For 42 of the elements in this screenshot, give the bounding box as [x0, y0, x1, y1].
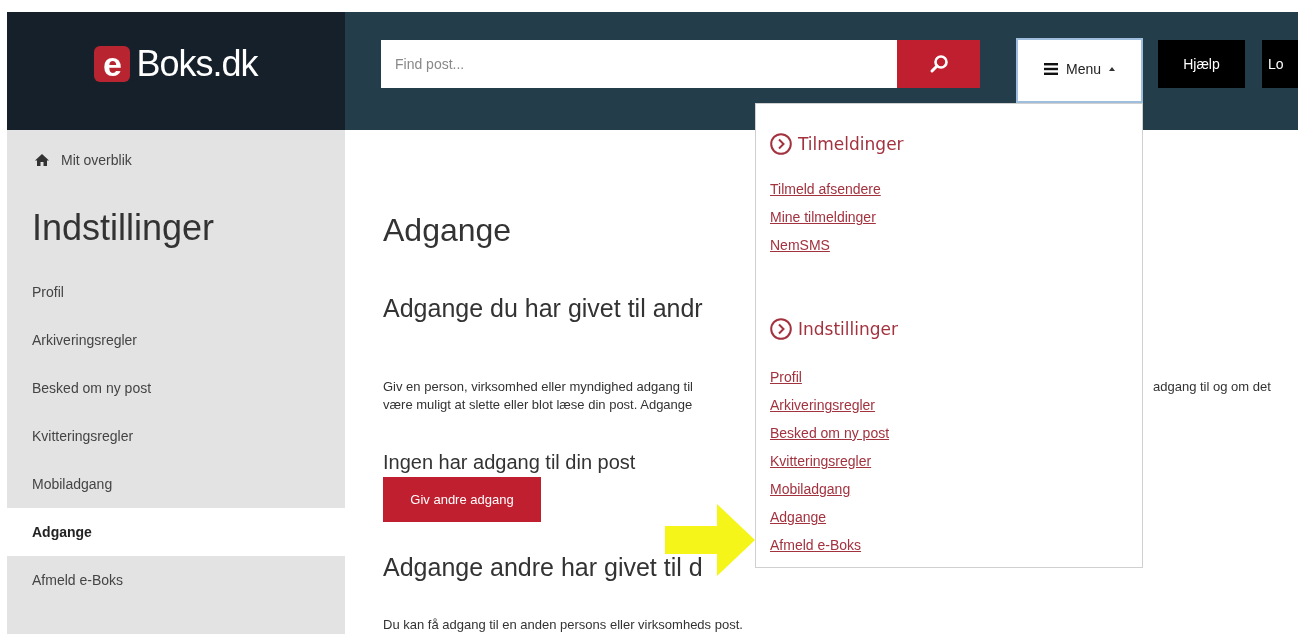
menu-link[interactable]: Mine tilmeldinger	[770, 203, 876, 231]
caret-icon	[1109, 66, 1115, 71]
give-access-button[interactable]: Giv andre adgang	[383, 477, 541, 522]
sidebar-item[interactable]: Profil	[7, 268, 345, 316]
menu-link[interactable]: Kvitteringsregler	[770, 447, 872, 475]
chevron-circle-icon	[770, 318, 792, 340]
sidebar-item[interactable]: Kvitteringsregler	[7, 412, 345, 460]
menu-link[interactable]: Mobiladgang	[770, 475, 851, 503]
menu-section-title: Tilmeldinger	[798, 134, 904, 154]
sidebar-item[interactable]: Mobiladgang	[7, 460, 345, 508]
menu-link[interactable]: Besked om ny post	[770, 419, 890, 447]
menu-link[interactable]: Arkiveringsregler	[770, 391, 876, 419]
menu-link[interactable]: Tilmeld afsendere	[770, 175, 881, 203]
chevron-circle-icon	[770, 133, 792, 155]
status-text: Ingen har adgang til din post	[383, 450, 636, 475]
menu-link[interactable]: Adgange	[770, 503, 827, 531]
sidebar-item[interactable]: Adgange	[7, 508, 345, 556]
sidebar-title: Indstillinger	[32, 208, 216, 248]
paragraph: adgang til og om det	[1153, 378, 1271, 396]
menu-link[interactable]: Afmeld e-Boks	[770, 531, 862, 559]
section-heading: Adgange du har givet til andr	[383, 293, 703, 324]
page-title: Adgange	[383, 211, 512, 250]
header-button[interactable]: Hjælp	[1158, 40, 1245, 88]
search-field[interactable]: Find post...	[381, 40, 897, 88]
search-icon	[928, 54, 949, 74]
header-button[interactable]: Lo	[1262, 40, 1298, 88]
paragraph: Du kan få adgang til en anden persons eller virksomheds post.	[383, 616, 743, 634]
menu-link[interactable]: NemSMS	[770, 231, 830, 259]
menu-link[interactable]: Profil	[770, 363, 802, 391]
menu-icon	[1044, 62, 1058, 75]
menu-button[interactable]: Menu	[1016, 38, 1143, 103]
sidebar-item[interactable]: Afmeld e-Boks	[7, 556, 345, 604]
sidebar-item[interactable]: Arkiveringsregler	[7, 316, 345, 364]
sidebar-item[interactable]: Besked om ny post	[7, 364, 345, 412]
menu-section-title: Indstillinger	[798, 319, 898, 339]
logo-text: Boks.dk	[136, 44, 258, 84]
home-link[interactable]: Mit overblik	[61, 152, 132, 168]
search-button[interactable]	[897, 40, 980, 88]
home-icon	[35, 154, 49, 166]
logo-badge: e	[94, 46, 131, 82]
paragraph: Giv en person, virksomhed eller myndighed adgang til være muligt at slette eller blot læse din post. Adgange	[383, 378, 694, 414]
section-heading: Adgange andre har givet til d	[383, 552, 703, 583]
